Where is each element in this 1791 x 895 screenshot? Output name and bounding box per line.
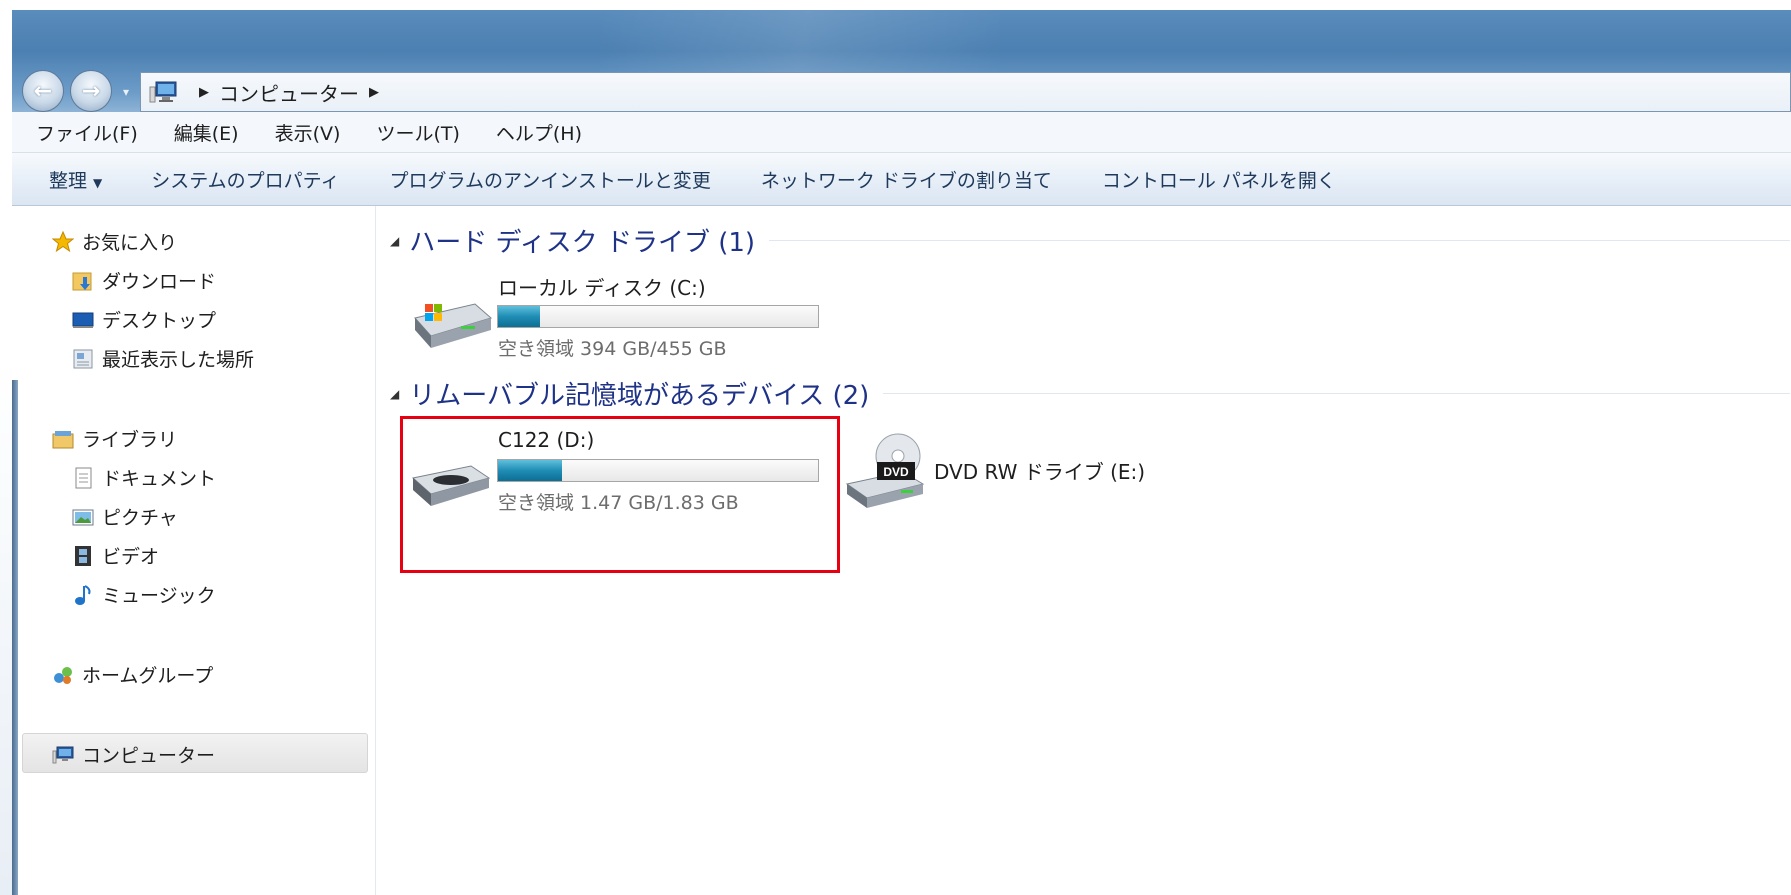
uninstall-program-button[interactable]: プログラムのアンインストールと変更 <box>365 166 736 193</box>
library-icon <box>52 428 74 450</box>
breadcrumb-separator[interactable]: ▶ <box>199 85 209 100</box>
nav-label: お気に入り <box>82 232 178 254</box>
nav-label: ミュージック <box>102 585 216 607</box>
desktop-icon <box>72 309 94 331</box>
breadcrumb-computer[interactable]: コンピューター <box>219 78 359 107</box>
breadcrumb-separator[interactable]: ▶ <box>369 85 379 100</box>
group-title: ハード ディスク ドライブ (1) <box>409 228 756 258</box>
nav-item-downloads[interactable]: ダウンロード <box>72 267 216 294</box>
nav-label: デスクトップ <box>102 310 217 332</box>
video-icon <box>72 545 94 567</box>
drive-usage-fill-c <box>498 306 540 327</box>
nav-item-videos[interactable]: ビデオ <box>72 542 159 569</box>
system-properties-button[interactable]: システムのプロパティ <box>126 166 364 193</box>
homegroup-icon <box>52 664 74 686</box>
svg-text:DVD: DVD <box>883 465 909 479</box>
organize-button[interactable]: 整理 ▼ <box>12 166 126 193</box>
document-icon <box>72 467 94 489</box>
nav-item-recent-places[interactable]: 最近表示した場所 <box>72 345 254 372</box>
group-divider <box>769 240 1790 241</box>
nav-label: コンピューター <box>82 745 216 767</box>
nav-label: ダウンロード <box>102 271 217 293</box>
forward-button[interactable]: → <box>70 70 112 112</box>
nav-item-music[interactable]: ミュージック <box>72 581 216 608</box>
highlight-annotation-box <box>400 416 840 573</box>
nav-item-favorites[interactable]: お気に入り <box>51 228 178 255</box>
drive-name-e: DVD RW ドライブ (E:) <box>934 460 1146 484</box>
group-header-hdd[interactable]: ◢ ハード ディスク ドライブ (1) <box>390 222 1790 259</box>
collapse-triangle-icon[interactable]: ◢ <box>390 387 399 401</box>
menu-bar: ファイル(F) 編集(E) 表示(V) ツール(T) ヘルプ(H) <box>12 112 1791 153</box>
command-bar: 整理 ▼ システムのプロパティ プログラムのアンインストールと変更 ネットワーク … <box>12 153 1791 206</box>
chevron-down-icon: ▼ <box>93 175 103 190</box>
window-frame-left <box>0 0 12 895</box>
menu-file[interactable]: ファイル(F) <box>12 119 150 146</box>
back-arrow-icon: ← <box>33 78 53 104</box>
drive-usage-bar-c <box>497 305 819 328</box>
nav-item-libraries[interactable]: ライブラリ <box>52 425 177 452</box>
dvd-drive-icon: DVD <box>845 433 925 508</box>
download-folder-icon <box>72 270 94 292</box>
star-icon <box>51 230 75 253</box>
open-control-panel-button[interactable]: コントロール パネルを開く <box>1077 166 1361 193</box>
menu-help[interactable]: ヘルプ(H) <box>472 119 594 146</box>
nav-label: ビデオ <box>102 546 160 568</box>
nav-item-homegroup[interactable]: ホームグループ <box>52 661 213 688</box>
group-divider <box>883 393 1790 394</box>
drive-free-space-c: 空き領域 394 GB/455 GB <box>498 338 727 360</box>
nav-item-computer[interactable]: コンピューター <box>52 741 215 768</box>
picture-icon <box>72 506 94 528</box>
nav-label: ライブラリ <box>82 429 178 451</box>
nav-item-desktop[interactable]: デスクトップ <box>72 306 216 333</box>
organize-label: 整理 <box>49 169 88 192</box>
menu-tools[interactable]: ツール(T) <box>352 119 471 146</box>
navigation-pane: お気に入り ダウンロード デスクトップ 最近表示した場所 ライブラリ ドキュメン… <box>18 206 376 895</box>
windows-hdd-icon <box>414 303 493 348</box>
back-button[interactable]: ← <box>22 70 64 112</box>
map-network-drive-button[interactable]: ネットワーク ドライブの割り当て <box>736 166 1077 193</box>
drive-name-c: ローカル ディスク (C:) <box>498 276 706 300</box>
group-header-removable[interactable]: ◢ リムーバブル記憶域があるデバイス (2) <box>390 375 1790 412</box>
recent-pages-dropdown[interactable]: ▾ <box>118 82 134 102</box>
nav-label: ドキュメント <box>102 468 217 490</box>
menu-view[interactable]: 表示(V) <box>251 119 353 146</box>
music-icon <box>72 584 94 606</box>
nav-item-documents[interactable]: ドキュメント <box>72 464 216 491</box>
forward-arrow-icon: → <box>81 78 101 104</box>
group-title: リムーバブル記憶域があるデバイス (2) <box>409 381 870 411</box>
menu-edit[interactable]: 編集(E) <box>150 119 251 146</box>
nav-item-pictures[interactable]: ピクチャ <box>72 503 178 530</box>
address-bar[interactable]: ▶ コンピューター ▶ <box>140 72 1791 112</box>
collapse-triangle-icon[interactable]: ◢ <box>390 234 399 248</box>
nav-label: ホームグループ <box>82 665 214 687</box>
computer-icon <box>149 79 179 105</box>
nav-label: 最近表示した場所 <box>102 349 255 371</box>
nav-label: ピクチャ <box>102 507 178 529</box>
recent-places-icon <box>72 348 94 370</box>
computer-icon <box>52 744 74 766</box>
